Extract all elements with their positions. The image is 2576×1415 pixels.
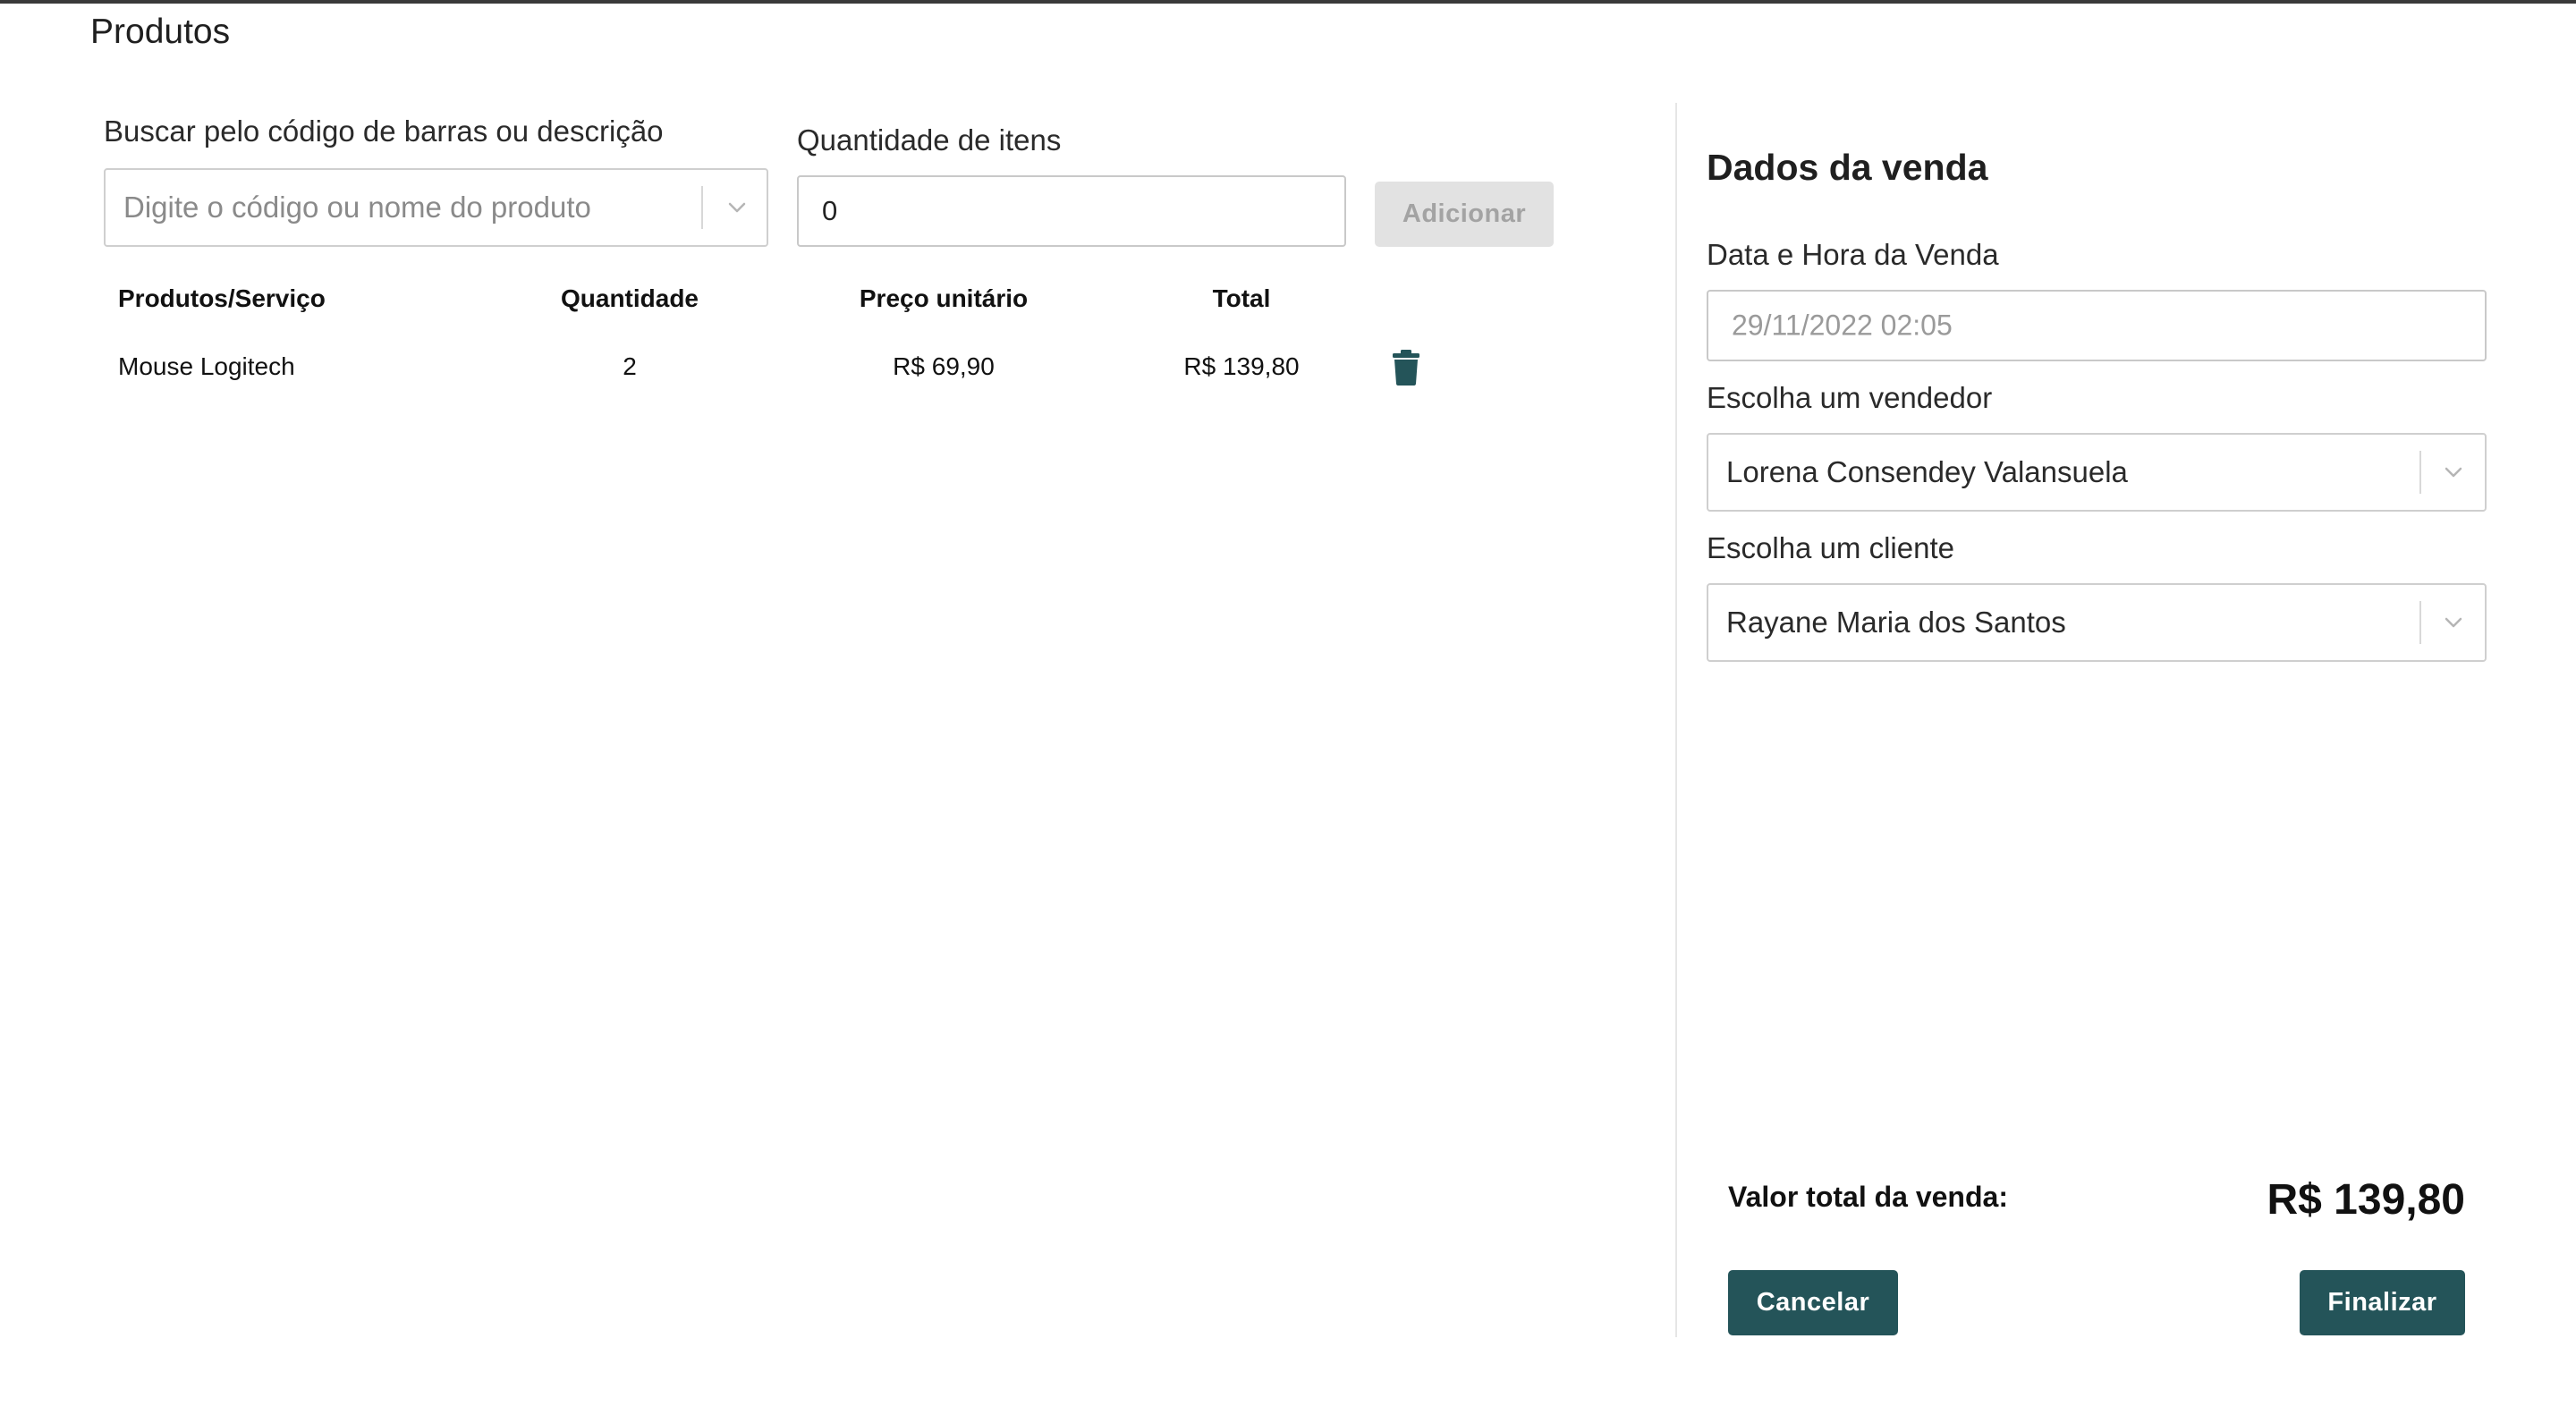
select-separator: [2419, 451, 2421, 494]
column-header-unit-price: Preço unitário: [859, 284, 1029, 312]
column-header-quantity: Quantidade: [560, 284, 699, 312]
quantity-input[interactable]: 0: [797, 175, 1346, 247]
select-separator: [2419, 601, 2421, 644]
client-select[interactable]: Rayane Maria dos Santos: [1707, 583, 2487, 662]
seller-select-value: Lorena Consendey Valansuela: [1726, 455, 2128, 488]
column-header-product: Produtos/Serviço: [118, 284, 326, 312]
chevron-down-icon[interactable]: [2436, 605, 2471, 640]
sale-datetime-field[interactable]: 29/11/2022 02:05: [1707, 290, 2487, 361]
row-total: R$ 139,80: [1183, 352, 1300, 380]
product-search-placeholder: Digite o código ou nome do produto: [123, 191, 591, 224]
page-title: Produtos: [90, 13, 231, 51]
row-product: Mouse Logitech: [118, 352, 295, 380]
sale-total-value: R$ 139,80: [2267, 1176, 2465, 1224]
seller-label: Escolha um vendedor: [1707, 381, 1993, 414]
trash-icon[interactable]: [1392, 349, 1420, 386]
sale-total-label: Valor total da venda:: [1728, 1181, 2008, 1213]
column-header-total: Total: [1212, 284, 1271, 312]
sale-datetime-value: 29/11/2022 02:05: [1732, 309, 1953, 342]
panel-divider: [1675, 103, 1677, 1337]
sale-data-title: Dados da venda: [1707, 147, 1988, 188]
select-separator: [701, 186, 703, 229]
quantity-label: Quantidade de itens: [797, 123, 1062, 157]
search-label: Buscar pelo código de barras ou descriçã…: [104, 114, 664, 148]
chevron-down-icon[interactable]: [719, 190, 755, 225]
client-label: Escolha um cliente: [1707, 531, 1954, 564]
row-quantity: 2: [623, 352, 637, 380]
product-search-select[interactable]: Digite o código ou nome do produto: [104, 168, 768, 247]
top-border: [0, 0, 2576, 4]
datetime-label: Data e Hora da Venda: [1707, 238, 1999, 271]
chevron-down-icon[interactable]: [2436, 454, 2471, 490]
seller-select[interactable]: Lorena Consendey Valansuela: [1707, 433, 2487, 512]
cancel-button[interactable]: Cancelar: [1728, 1270, 1898, 1335]
finish-button[interactable]: Finalizar: [2300, 1270, 2465, 1335]
client-select-value: Rayane Maria dos Santos: [1726, 606, 2066, 639]
row-unit-price: R$ 69,90: [893, 352, 995, 380]
add-button[interactable]: Adicionar: [1375, 182, 1554, 247]
quantity-input-value: 0: [822, 195, 838, 226]
